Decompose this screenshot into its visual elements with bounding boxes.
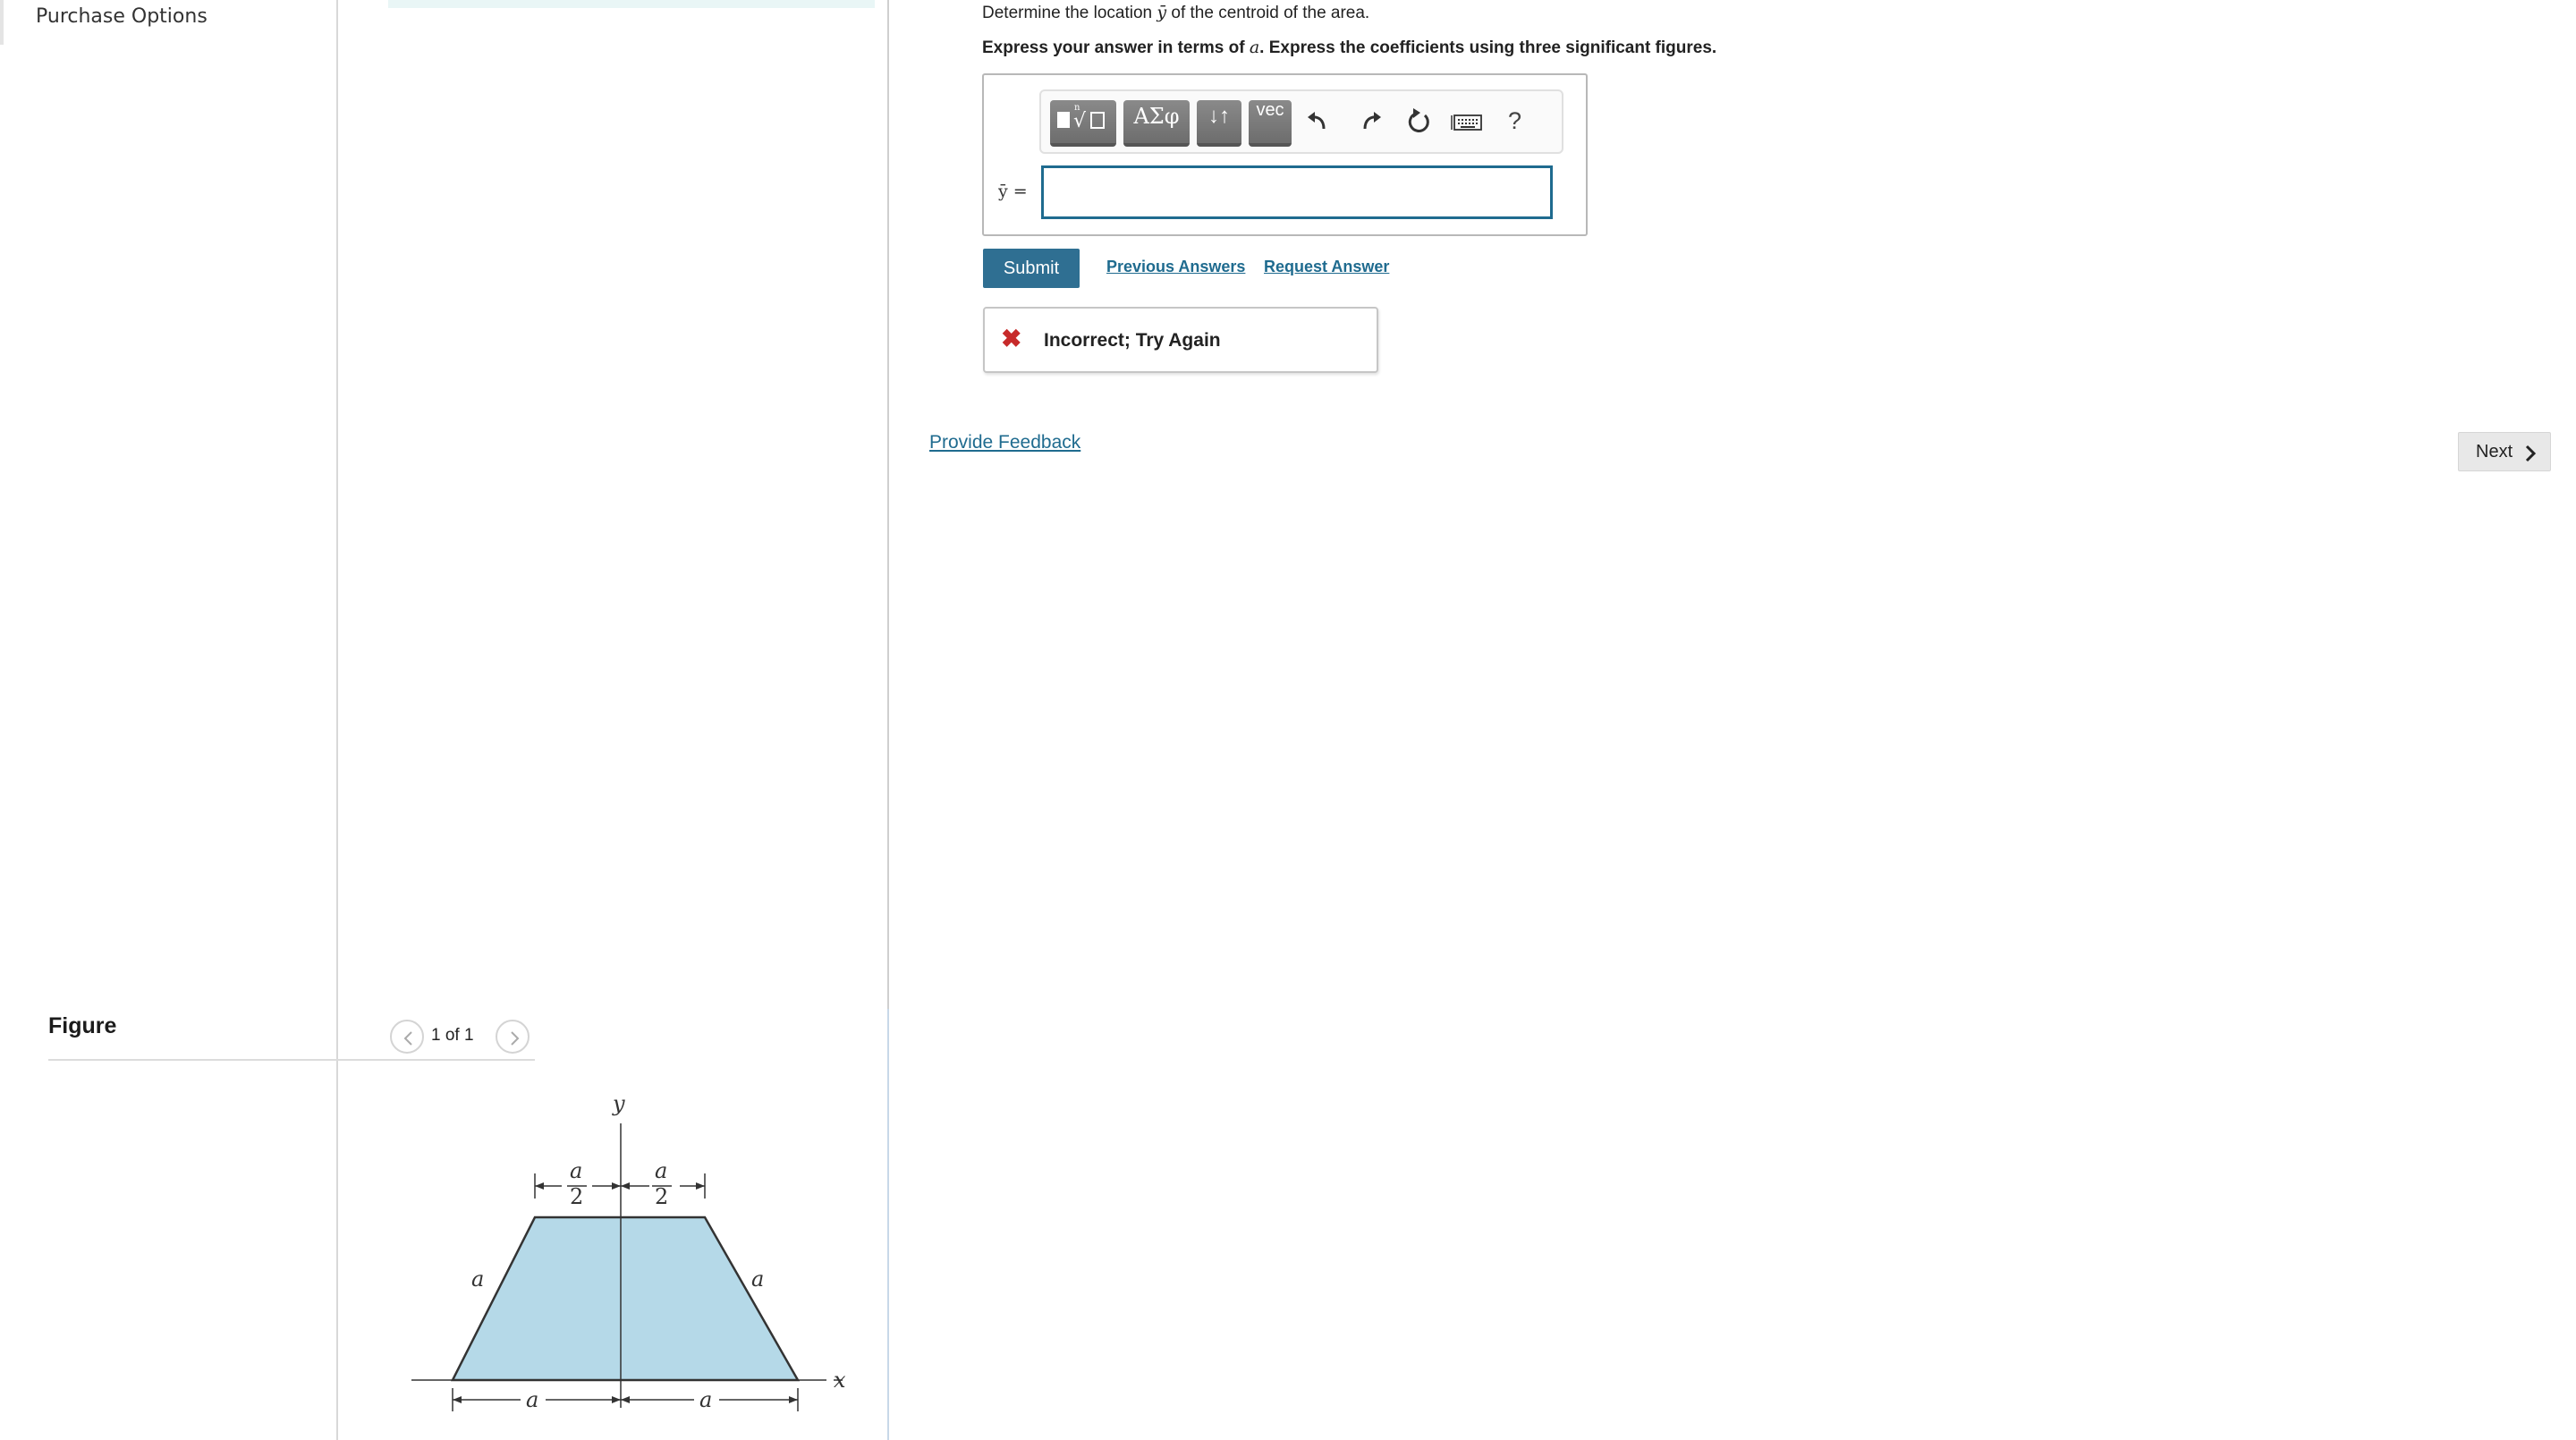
svg-text:√: √	[1073, 110, 1087, 132]
right-side-label: a	[751, 1266, 764, 1292]
vector-label: vec	[1256, 100, 1284, 120]
bottom-left-label: a	[526, 1387, 538, 1412]
math-toolbar: √ n ΑΣφ ↓↑ vec ?	[1039, 89, 1563, 154]
keyboard-icon	[1451, 114, 1482, 131]
help-button[interactable]: ?	[1497, 104, 1533, 140]
chevron-right-icon	[511, 1031, 520, 1046]
right-half-numerator: a	[655, 1158, 667, 1183]
greek-symbols-label: ΑΣφ	[1133, 104, 1180, 129]
next-figure-button[interactable]	[496, 1020, 530, 1054]
figure-panel-top-strip	[388, 0, 875, 8]
left-side-label: a	[471, 1266, 484, 1292]
undo-icon	[1308, 112, 1326, 130]
next-button-label: Next	[2476, 442, 2513, 462]
bottom-right-label: a	[699, 1387, 712, 1412]
left-half-numerator: a	[570, 1158, 582, 1183]
nav-item-purchase-options[interactable]: Purchase Options	[0, 0, 336, 45]
reset-icon	[1408, 108, 1429, 132]
greek-symbols-button[interactable]: ΑΣφ	[1123, 100, 1190, 147]
svg-text:n: n	[1074, 103, 1080, 113]
request-answer-link[interactable]: Request Answer	[1264, 258, 1389, 276]
previous-figure-button[interactable]	[390, 1020, 424, 1054]
incorrect-icon: ✖	[1001, 325, 1022, 352]
next-button[interactable]: Next	[2458, 432, 2551, 471]
undo-button[interactable]	[1301, 104, 1336, 140]
redo-icon	[1363, 112, 1381, 130]
feedback-text: Incorrect; Try Again	[1044, 330, 1221, 351]
templates-icon: √ n	[1057, 103, 1105, 132]
keyboard-button[interactable]	[1449, 104, 1485, 140]
arrows-button[interactable]: ↓↑	[1197, 100, 1241, 147]
arrows-label: ↓↑	[1208, 104, 1230, 128]
submit-button[interactable]: Submit	[983, 249, 1080, 288]
previous-answers-link[interactable]: Previous Answers	[1106, 258, 1245, 276]
scrollbar[interactable]	[887, 1009, 889, 1440]
instruction-text-start: Express your answer in terms of	[982, 38, 1250, 57]
left-half-denominator: 2	[570, 1184, 583, 1209]
redo-button[interactable]	[1352, 104, 1388, 140]
figure-title: Figure	[48, 1013, 117, 1038]
instruction-text-end: . Express the coefficients using three s…	[1259, 38, 1717, 57]
left-navigation: Purchase Options	[0, 0, 338, 1440]
x-axis-label: x	[834, 1368, 846, 1393]
chevron-left-icon	[403, 1031, 412, 1046]
trapezoid-area	[450, 1216, 801, 1382]
answer-input[interactable]	[1041, 165, 1553, 219]
reset-button[interactable]	[1401, 104, 1436, 140]
ybar-symbol: ȳ	[1157, 3, 1167, 22]
templates-button[interactable]: √ n	[1050, 100, 1116, 147]
provide-feedback-link[interactable]: Provide Feedback	[929, 432, 1080, 453]
chevron-right-icon	[2525, 445, 2537, 462]
feedback-message: ✖ Incorrect; Try Again	[983, 307, 1378, 373]
question-prompt: Determine the location ȳ of the centroid…	[982, 3, 1369, 23]
a-symbol: a	[1249, 38, 1260, 57]
right-half-denominator: 2	[655, 1184, 668, 1209]
figure-divider	[48, 1059, 535, 1061]
prompt-text-end: of the centroid of the area.	[1166, 4, 1370, 22]
answer-variable-label: ȳ =	[998, 182, 1028, 201]
answer-instruction: Express your answer in terms of a. Expre…	[982, 38, 1716, 58]
help-icon: ?	[1508, 107, 1522, 134]
prompt-text-start: Determine the location	[982, 4, 1157, 22]
nav-item-label: Purchase Options	[36, 5, 208, 28]
vector-button[interactable]: vec	[1249, 100, 1292, 147]
figure-page-count: 1 of 1	[431, 1026, 474, 1045]
y-axis-label: y	[612, 1091, 625, 1116]
trapezoid-figure: x y a a a 2 a 2 a a	[411, 1091, 846, 1412]
